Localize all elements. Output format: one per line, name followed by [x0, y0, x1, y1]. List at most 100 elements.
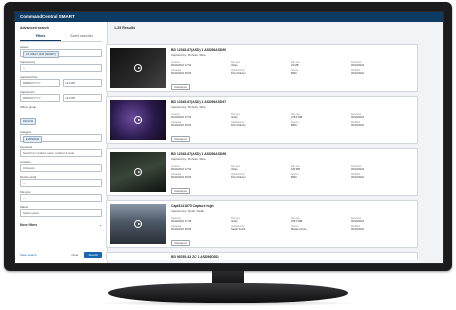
meta-value: 06/10/2022 17:52 — [171, 168, 192, 171]
keywords-input[interactable]: Search by incident name, incident # code — [20, 149, 102, 157]
status-badge: Unassigned — [171, 135, 190, 143]
meta-value: 06/10/2023 — [351, 116, 364, 119]
meta-value: 06/10/2022 — [351, 71, 364, 75]
card-subtitle: Captured by: Smith, Sarah — [171, 209, 204, 213]
play-icon[interactable] — [134, 64, 142, 72]
field-status: Status Select option — [20, 205, 102, 217]
meta-value: Video — [231, 64, 238, 67]
video-thumbnail[interactable] — [110, 100, 166, 140]
card-subtitle: Captured by: Pinheiro, Mica — [171, 105, 206, 109]
field-officer-group: Officer group Patrol-W — [20, 105, 102, 127]
card-subtitle: Captured by: Pinheiro, Mica — [171, 157, 206, 161]
meta-value: Dron Palmer — [231, 71, 246, 75]
search-sidebar: Advanced search Filters Saved searches A… — [15, 22, 108, 263]
meta-value: Video — [231, 168, 238, 171]
meta-value: 06/10/2023 — [351, 64, 364, 67]
meta-value: 182 MB — [291, 168, 300, 171]
captured-by-input[interactable]: — — [20, 64, 102, 72]
field-file-type: File type — — [20, 190, 102, 202]
result-card[interactable]: Capt3141875 Capture high Captured by: Sm… — [106, 200, 418, 248]
to-time-input[interactable]: HH:MM — [62, 94, 102, 102]
app-title-bar: CommandCentral SMART — [15, 12, 443, 22]
file-type-input[interactable]: — — [20, 194, 102, 202]
assets-input[interactable]: CT Officer 1234 (SMART) — [20, 49, 102, 58]
category-chip[interactable]: EVIDENCE — [23, 136, 43, 143]
play-icon[interactable] — [134, 220, 142, 228]
meta-value: Mobile phone — [291, 227, 307, 231]
card-title[interactable]: BD 12345-67(ASD) 1 ASD56ASD97 — [171, 100, 411, 104]
video-thumbnail[interactable] — [110, 152, 166, 192]
sidebar-heading: Advanced search — [20, 26, 49, 30]
meta-value: 06/10/2022 — [351, 175, 364, 179]
tab-filters[interactable]: Filters — [20, 32, 61, 41]
meta-value: 06/10/2022 17:52 — [171, 116, 192, 119]
field-captured-by: Captured by — — [20, 60, 102, 72]
result-card[interactable]: BD 12345-67(ASD) 1 ASD56ASD98 Captured b… — [106, 148, 418, 196]
asset-chip[interactable]: CT Officer 1234 (SMART) — [23, 51, 59, 58]
field-captured-to: Captured to MM/DD/YYYY HH:MM — [20, 90, 102, 102]
from-date-input[interactable]: MM/DD/YYYY — [20, 79, 60, 87]
to-date-input[interactable]: MM/DD/YYYY — [20, 94, 60, 102]
result-card[interactable]: BD 12345-67(ASD) 1 ASD56ASD90 Captured b… — [106, 44, 418, 92]
app-title: CommandCentral SMART — [20, 14, 75, 19]
search-button[interactable]: Search — [84, 252, 102, 258]
meta-value: 06/10/2022 — [351, 123, 364, 127]
field-device-serial: Device serial — — [20, 175, 102, 187]
card-title[interactable]: BD 12345-67(ASD) 1 ASD56ASD90 — [171, 48, 411, 52]
save-search-link[interactable]: Save search — [20, 253, 37, 257]
meta-value: BWC — [291, 175, 298, 179]
meta-value: BWC — [291, 71, 298, 75]
officer-group-chip[interactable]: Patrol-W — [20, 118, 37, 125]
meta-value: 265.3 MB — [291, 220, 303, 223]
result-card[interactable]: BD 98765-43 ZC 1 ASD56DDD — [106, 252, 418, 260]
card-subtitle: Captured by: Pinheiro, Mica — [171, 53, 206, 57]
meta-value: 06/10/2023 — [351, 220, 364, 223]
video-thumbnail[interactable] — [110, 48, 166, 88]
meta-value: Dron Palmer — [231, 123, 246, 127]
status-select[interactable]: Select option — [20, 209, 102, 217]
meta-value: 23 MB — [291, 64, 299, 67]
more-filters-toggle[interactable]: More filters ⌄ — [20, 223, 102, 227]
play-icon[interactable] — [134, 116, 142, 124]
status-badge: Unassigned — [171, 83, 190, 91]
meta-value: 06/10/2022 18:03 — [171, 175, 192, 179]
result-card[interactable]: BD 12345-67(ASD) 1 ASD56ASD97 Captured b… — [106, 96, 418, 144]
device-serial-input[interactable]: — — [20, 179, 102, 187]
meta-value: Video — [231, 116, 238, 119]
field-captured-from: Captured from MM/DD/YYYY HH:MM — [20, 75, 102, 87]
status-badge: Unassigned — [171, 239, 190, 247]
meta-value: 06/10/2022 18:05 — [171, 227, 192, 231]
meta-value: Dron Palmer — [231, 175, 246, 179]
meta-value: 278.5 MB — [291, 116, 303, 119]
meta-value: 06/10/2022 18:03 — [171, 71, 192, 75]
field-label: Officer group — [20, 105, 37, 109]
sidebar-tabs: Filters Saved searches — [20, 32, 102, 42]
meta-value: Video — [231, 220, 238, 223]
chevron-down-icon: ⌄ — [99, 223, 102, 227]
meta-value: BWC — [291, 123, 298, 127]
meta-value: 06/10/2023 — [351, 168, 364, 171]
meta-value: 06/10/2022 18:03 — [171, 123, 192, 127]
card-title[interactable]: Capt3141875 Capture high — [171, 204, 411, 208]
clear-button[interactable]: Clear — [68, 252, 81, 258]
meta-value: 06/10/2022 — [351, 227, 364, 231]
video-thumbnail[interactable] — [110, 204, 166, 244]
location-input[interactable]: Unknown — [20, 164, 102, 172]
field-location: Location Unknown — [20, 160, 102, 172]
category-select[interactable]: EVIDENCE — [20, 134, 102, 143]
field-keywords: Keywords Search by incident name, incide… — [20, 145, 102, 157]
sidebar-footer: Save search Clear Search — [20, 251, 102, 259]
field-assets: Assets CT Officer 1234 (SMART) — [20, 45, 102, 58]
more-filters-label: More filters — [20, 223, 38, 227]
from-time-input[interactable]: HH:MM — [62, 79, 102, 87]
monitor-stand-base — [108, 283, 348, 303]
meta-value: 06/10/2022 17:48 — [171, 220, 192, 223]
meta-value: Sarah Smith — [231, 227, 246, 231]
field-category: Category EVIDENCE — [20, 130, 102, 143]
meta-value: 06/10/2022 17:52 — [171, 64, 192, 67]
card-title[interactable]: BD 12345-67(ASD) 1 ASD56ASD98 — [171, 152, 411, 156]
tab-saved-searches[interactable]: Saved searches — [61, 32, 102, 41]
play-icon[interactable] — [134, 168, 142, 176]
status-badge: Unassigned — [171, 187, 190, 195]
card-title[interactable]: BD 98765-43 ZC 1 ASD56DDD — [171, 255, 411, 259]
